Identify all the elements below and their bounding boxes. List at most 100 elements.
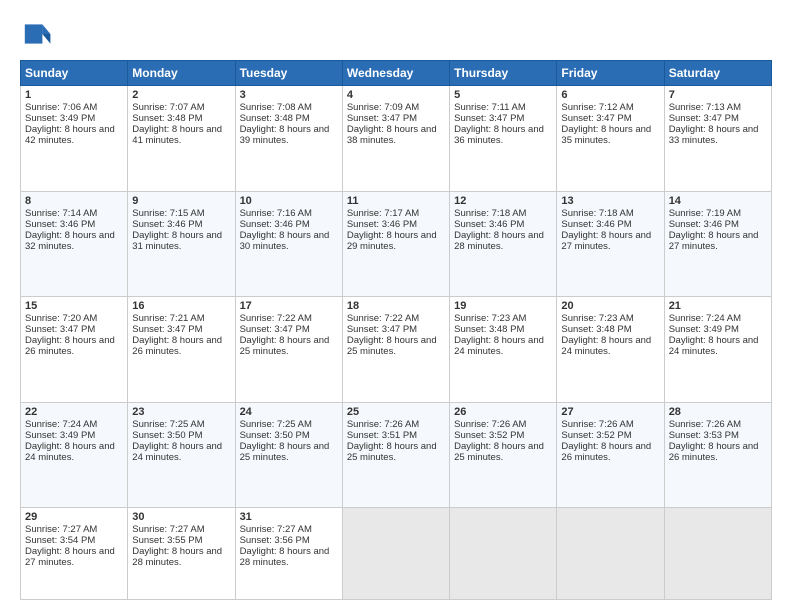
daylight-text: Daylight: 8 hours and 26 minutes. — [25, 335, 123, 357]
day-number: 8 — [25, 195, 123, 207]
calendar-cell: 2Sunrise: 7:07 AMSunset: 3:48 PMDaylight… — [128, 86, 235, 192]
daylight-text: Daylight: 8 hours and 24 minutes. — [132, 441, 230, 463]
calendar-cell: 27Sunrise: 7:26 AMSunset: 3:52 PMDayligh… — [557, 402, 664, 508]
daylight-text: Daylight: 8 hours and 25 minutes. — [240, 441, 338, 463]
daylight-text: Daylight: 8 hours and 33 minutes. — [669, 124, 767, 146]
calendar-cell: 15Sunrise: 7:20 AMSunset: 3:47 PMDayligh… — [21, 297, 128, 403]
calendar-cell: 4Sunrise: 7:09 AMSunset: 3:47 PMDaylight… — [342, 86, 449, 192]
calendar-cell: 9Sunrise: 7:15 AMSunset: 3:46 PMDaylight… — [128, 191, 235, 297]
sunrise-text: Sunrise: 7:13 AM — [669, 102, 767, 113]
sunset-text: Sunset: 3:49 PM — [25, 430, 123, 441]
calendar-cell: 23Sunrise: 7:25 AMSunset: 3:50 PMDayligh… — [128, 402, 235, 508]
daylight-text: Daylight: 8 hours and 30 minutes. — [240, 230, 338, 252]
day-number: 25 — [347, 406, 445, 418]
sunrise-text: Sunrise: 7:24 AM — [669, 313, 767, 324]
sunrise-text: Sunrise: 7:09 AM — [347, 102, 445, 113]
day-number: 19 — [454, 300, 552, 312]
calendar-cell: 6Sunrise: 7:12 AMSunset: 3:47 PMDaylight… — [557, 86, 664, 192]
calendar-cell: 26Sunrise: 7:26 AMSunset: 3:52 PMDayligh… — [450, 402, 557, 508]
daylight-text: Daylight: 8 hours and 25 minutes. — [240, 335, 338, 357]
sunset-text: Sunset: 3:56 PM — [240, 535, 338, 546]
calendar-cell: 16Sunrise: 7:21 AMSunset: 3:47 PMDayligh… — [128, 297, 235, 403]
daylight-text: Daylight: 8 hours and 26 minutes. — [561, 441, 659, 463]
day-number: 22 — [25, 406, 123, 418]
calendar-cell: 31Sunrise: 7:27 AMSunset: 3:56 PMDayligh… — [235, 508, 342, 600]
calendar-header-friday: Friday — [557, 61, 664, 86]
sunrise-text: Sunrise: 7:14 AM — [25, 208, 123, 219]
sunrise-text: Sunrise: 7:24 AM — [25, 419, 123, 430]
calendar-cell — [342, 508, 449, 600]
day-number: 26 — [454, 406, 552, 418]
sunset-text: Sunset: 3:48 PM — [240, 113, 338, 124]
day-number: 13 — [561, 195, 659, 207]
sunset-text: Sunset: 3:49 PM — [669, 324, 767, 335]
calendar-row-1: 8Sunrise: 7:14 AMSunset: 3:46 PMDaylight… — [21, 191, 772, 297]
daylight-text: Daylight: 8 hours and 35 minutes. — [561, 124, 659, 146]
daylight-text: Daylight: 8 hours and 24 minutes. — [561, 335, 659, 357]
sunrise-text: Sunrise: 7:19 AM — [669, 208, 767, 219]
day-number: 5 — [454, 89, 552, 101]
sunrise-text: Sunrise: 7:27 AM — [132, 524, 230, 535]
calendar-header-thursday: Thursday — [450, 61, 557, 86]
sunset-text: Sunset: 3:47 PM — [240, 324, 338, 335]
day-number: 27 — [561, 406, 659, 418]
sunrise-text: Sunrise: 7:20 AM — [25, 313, 123, 324]
calendar-row-3: 22Sunrise: 7:24 AMSunset: 3:49 PM Dayligh… — [21, 402, 772, 508]
daylight-text: Daylight: 8 hours and 28 minutes. — [132, 546, 230, 568]
sunset-text: Sunset: 3:46 PM — [240, 219, 338, 230]
calendar-row-4: 29Sunrise: 7:27 AMSunset: 3:54 PMDayligh… — [21, 508, 772, 600]
day-number: 4 — [347, 89, 445, 101]
daylight-text: Daylight: 8 hours and 41 minutes. — [132, 124, 230, 146]
calendar-cell: 1Sunrise: 7:06 AMSunset: 3:49 PMDaylight… — [21, 86, 128, 192]
calendar-cell: 18Sunrise: 7:22 AMSunset: 3:47 PMDayligh… — [342, 297, 449, 403]
sunrise-text: Sunrise: 7:23 AM — [561, 313, 659, 324]
sunset-text: Sunset: 3:47 PM — [561, 113, 659, 124]
calendar-cell: 8Sunrise: 7:14 AMSunset: 3:46 PMDaylight… — [21, 191, 128, 297]
sunrise-text: Sunrise: 7:25 AM — [240, 419, 338, 430]
daylight-text: Daylight: 8 hours and 29 minutes. — [347, 230, 445, 252]
sunset-text: Sunset: 3:49 PM — [25, 113, 123, 124]
calendar-cell: 24Sunrise: 7:25 AMSunset: 3:50 PMDayligh… — [235, 402, 342, 508]
sunset-text: Sunset: 3:52 PM — [561, 430, 659, 441]
day-number: 3 — [240, 89, 338, 101]
sunrise-text: Sunrise: 7:23 AM — [454, 313, 552, 324]
daylight-text: Daylight: 8 hours and 27 minutes. — [25, 546, 123, 568]
sunset-text: Sunset: 3:46 PM — [132, 219, 230, 230]
daylight-text: Daylight: 8 hours and 32 minutes. — [25, 230, 123, 252]
calendar-cell — [664, 508, 771, 600]
calendar-cell: 5Sunrise: 7:11 AMSunset: 3:47 PMDaylight… — [450, 86, 557, 192]
day-number: 10 — [240, 195, 338, 207]
daylight-text: Daylight: 8 hours and 26 minutes. — [132, 335, 230, 357]
day-number: 6 — [561, 89, 659, 101]
calendar-cell: 28Sunrise: 7:26 AMSunset: 3:53 PMDayligh… — [664, 402, 771, 508]
sunset-text: Sunset: 3:47 PM — [25, 324, 123, 335]
day-number: 20 — [561, 300, 659, 312]
day-number: 7 — [669, 89, 767, 101]
sunset-text: Sunset: 3:50 PM — [132, 430, 230, 441]
sunrise-text: Sunrise: 7:26 AM — [669, 419, 767, 430]
calendar-cell: 14Sunrise: 7:19 AMSunset: 3:46 PMDayligh… — [664, 191, 771, 297]
daylight-text: Daylight: 8 hours and 27 minutes. — [561, 230, 659, 252]
day-number: 12 — [454, 195, 552, 207]
sunrise-text: Sunrise: 7:11 AM — [454, 102, 552, 113]
sunset-text: Sunset: 3:46 PM — [25, 219, 123, 230]
sunrise-text: Sunrise: 7:25 AM — [132, 419, 230, 430]
sunrise-text: Sunrise: 7:26 AM — [561, 419, 659, 430]
sunset-text: Sunset: 3:46 PM — [347, 219, 445, 230]
daylight-text: Daylight: 8 hours and 38 minutes. — [347, 124, 445, 146]
day-number: 28 — [669, 406, 767, 418]
sunrise-text: Sunrise: 7:26 AM — [347, 419, 445, 430]
sunrise-text: Sunrise: 7:08 AM — [240, 102, 338, 113]
day-number: 23 — [132, 406, 230, 418]
sunset-text: Sunset: 3:46 PM — [561, 219, 659, 230]
calendar-cell: 22Sunrise: 7:24 AMSunset: 3:49 PMDayligh… — [21, 402, 128, 508]
day-number: 29 — [25, 511, 123, 523]
calendar-cell: 21Sunrise: 7:24 AMSunset: 3:49 PMDayligh… — [664, 297, 771, 403]
sunrise-text: Sunrise: 7:07 AM — [132, 102, 230, 113]
daylight-text: Daylight: 8 hours and 28 minutes. — [240, 546, 338, 568]
day-number: 14 — [669, 195, 767, 207]
daylight-text: Daylight: 8 hours and 25 minutes. — [454, 441, 552, 463]
sunrise-text: Sunrise: 7:21 AM — [132, 313, 230, 324]
logo — [20, 18, 56, 50]
sunset-text: Sunset: 3:52 PM — [454, 430, 552, 441]
